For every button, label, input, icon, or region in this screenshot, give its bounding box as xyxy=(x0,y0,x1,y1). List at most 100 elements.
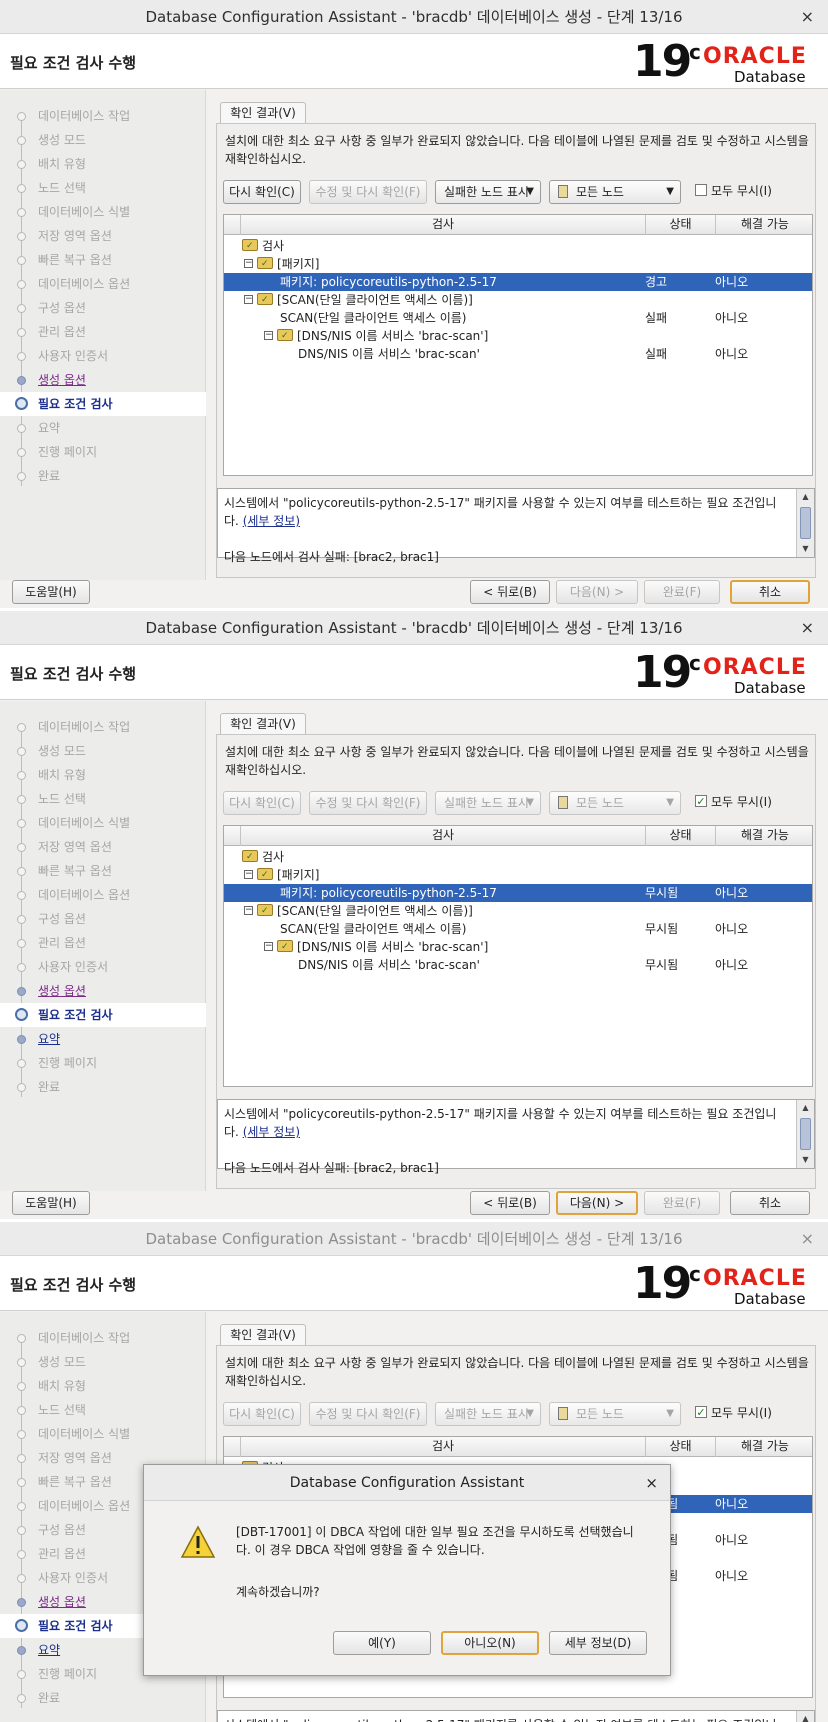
table-row[interactable]: 검사 xyxy=(224,237,812,255)
collapse-icon[interactable]: − xyxy=(244,870,253,879)
fix-recheck-button[interactable]: 수정 및 다시 확인(F) xyxy=(309,1402,427,1426)
scroll-thumb[interactable] xyxy=(800,1118,811,1150)
fix-recheck-button[interactable]: 수정 및 다시 확인(F) xyxy=(309,791,427,815)
show-failed-nodes-dropdown[interactable]: 실패한 노드 표시 ▼ xyxy=(435,180,541,204)
all-nodes-dropdown[interactable]: 모든 노드 ▼ xyxy=(549,791,681,815)
column-header-check[interactable]: 검사 xyxy=(240,215,645,235)
logo-version: 19 xyxy=(633,1258,692,1309)
dialog-close-icon[interactable]: × xyxy=(645,1465,658,1501)
collapse-icon[interactable]: − xyxy=(244,295,253,304)
column-header-fixable[interactable]: 해결 가능 xyxy=(715,1437,812,1457)
column-header-check[interactable]: 검사 xyxy=(240,826,645,846)
close-icon[interactable]: × xyxy=(801,611,814,645)
table-row[interactable]: SCAN(단일 클라이언트 액세스 이름) 실패 아니오 xyxy=(224,309,812,327)
dropdown-value: 실패한 노드 표시 xyxy=(444,185,529,199)
table-row[interactable]: − [DNS/NIS 이름 서비스 'brac-scan'] xyxy=(224,327,812,345)
tab-verification-results[interactable]: 확인 결과(V) xyxy=(220,713,306,735)
column-header-status[interactable]: 상태 xyxy=(645,826,715,846)
finish-button[interactable]: 완료(F) xyxy=(644,580,720,604)
back-button[interactable]: < 뒤로(B) xyxy=(470,580,550,604)
help-button[interactable]: 도움말(H) xyxy=(12,1191,90,1215)
step-dot-icon xyxy=(17,208,26,217)
ignore-all-checkbox[interactable]: ✓ 모두 무시(I) xyxy=(695,1402,772,1426)
ignore-all-checkbox[interactable]: 모두 무시(I) xyxy=(695,180,772,204)
step-dot-icon xyxy=(17,1083,26,1092)
column-header-fixable[interactable]: 해결 가능 xyxy=(715,215,812,235)
close-icon[interactable]: × xyxy=(801,1222,814,1256)
column-header-check[interactable]: 검사 xyxy=(240,1437,645,1457)
scroll-up-icon[interactable]: ▲ xyxy=(799,491,812,503)
scroll-thumb[interactable] xyxy=(800,507,811,539)
description-scrollbar[interactable]: ▲▼ xyxy=(796,1100,814,1168)
yes-button[interactable]: 예(Y) xyxy=(333,1631,431,1655)
next-button[interactable]: 다음(N) > xyxy=(556,580,638,604)
no-button[interactable]: 아니오(N) xyxy=(441,1631,539,1655)
step-creation-option[interactable]: 생성 옵션 xyxy=(0,979,206,1003)
scroll-up-icon[interactable]: ▲ xyxy=(799,1713,812,1722)
details-button[interactable]: 세부 정보(D) xyxy=(549,1631,647,1655)
finish-button[interactable]: 완료(F) xyxy=(644,1191,720,1215)
recheck-button[interactable]: 다시 확인(C) xyxy=(223,180,301,204)
table-row[interactable]: SCAN(단일 클라이언트 액세스 이름) 무시됨 아니오 xyxy=(224,920,812,938)
table-row[interactable]: − [패키지] xyxy=(224,866,812,884)
table-row[interactable]: − [SCAN(단일 클라이언트 액세스 이름)] xyxy=(224,291,812,309)
step-storage-option: 저장 영역 옵션 xyxy=(0,224,206,248)
details-link[interactable]: (세부 정보) xyxy=(243,514,300,528)
step-current-icon xyxy=(15,1619,28,1632)
all-nodes-dropdown[interactable]: 모든 노드 ▼ xyxy=(549,1402,681,1426)
show-failed-nodes-dropdown[interactable]: 실패한 노드 표시 ▼ xyxy=(435,791,541,815)
column-header-fixable[interactable]: 해결 가능 xyxy=(715,826,812,846)
scroll-down-icon[interactable]: ▼ xyxy=(799,1154,812,1166)
recheck-button[interactable]: 다시 확인(C) xyxy=(223,791,301,815)
page-title: 필요 조건 검사 수행 xyxy=(10,1276,137,1294)
show-failed-nodes-dropdown[interactable]: 실패한 노드 표시 ▼ xyxy=(435,1402,541,1426)
tab-verification-results[interactable]: 확인 결과(V) xyxy=(220,1324,306,1346)
description-scrollbar[interactable]: ▲▼ xyxy=(796,489,814,557)
step-prerequisite-checks[interactable]: 필요 조건 검사 xyxy=(0,392,206,416)
step-creation-option[interactable]: 생성 옵션 xyxy=(0,368,206,392)
step-dot-icon xyxy=(17,112,26,121)
window-titlebar: Database Configuration Assistant - 'brac… xyxy=(0,611,828,645)
step-label: 데이터베이스 옵션 xyxy=(38,1499,131,1513)
row-label: [패키지] xyxy=(277,257,320,271)
ignore-all-checkbox[interactable]: ✓ 모두 무시(I) xyxy=(695,791,772,815)
table-row[interactable]: − [DNS/NIS 이름 서비스 'brac-scan'] xyxy=(224,938,812,956)
scroll-down-icon[interactable]: ▼ xyxy=(799,543,812,555)
recheck-button[interactable]: 다시 확인(C) xyxy=(223,1402,301,1426)
cancel-button[interactable]: 취소 xyxy=(730,1191,810,1215)
dropdown-value: 실패한 노드 표시 xyxy=(444,1407,529,1421)
step-dot-icon xyxy=(17,1059,26,1068)
table-row-selected[interactable]: 패키지: policycoreutils-python-2.5-17 무시됨 아니오 xyxy=(224,884,812,902)
table-row[interactable]: DNS/NIS 이름 서비스 'brac-scan' 무시됨 아니오 xyxy=(224,956,812,974)
column-header-status[interactable]: 상태 xyxy=(645,1437,715,1457)
step-label: 완료 xyxy=(38,469,61,483)
description-scrollbar[interactable]: ▲▼ xyxy=(796,1711,814,1722)
table-row[interactable]: DNS/NIS 이름 서비스 'brac-scan' 실패 아니오 xyxy=(224,345,812,363)
folder-check-icon xyxy=(277,327,293,345)
back-button[interactable]: < 뒤로(B) xyxy=(470,1191,550,1215)
row-label: SCAN(단일 클라이언트 액세스 이름) xyxy=(280,922,467,936)
details-link[interactable]: (세부 정보) xyxy=(243,1125,300,1139)
collapse-icon[interactable]: − xyxy=(244,906,253,915)
collapse-icon[interactable]: − xyxy=(264,331,273,340)
step-label: 관리 옵션 xyxy=(38,325,86,339)
table-row-selected[interactable]: 패키지: policycoreutils-python-2.5-17 경고 아니오 xyxy=(224,273,812,291)
tab-verification-results[interactable]: 확인 결과(V) xyxy=(220,102,306,124)
column-header-status[interactable]: 상태 xyxy=(645,215,715,235)
fix-recheck-button[interactable]: 수정 및 다시 확인(F) xyxy=(309,180,427,204)
table-row[interactable]: − [패키지] xyxy=(224,255,812,273)
next-button[interactable]: 다음(N) > xyxy=(556,1191,638,1215)
logo-product: Database xyxy=(734,1290,806,1308)
help-button[interactable]: 도움말(H) xyxy=(12,580,90,604)
collapse-icon[interactable]: − xyxy=(244,259,253,268)
step-dot-icon xyxy=(17,747,26,756)
all-nodes-dropdown[interactable]: 모든 노드 ▼ xyxy=(549,180,681,204)
cancel-button[interactable]: 취소 xyxy=(730,580,810,604)
scroll-up-icon[interactable]: ▲ xyxy=(799,1102,812,1114)
table-row[interactable]: − [SCAN(단일 클라이언트 액세스 이름)] xyxy=(224,902,812,920)
step-prerequisite-checks[interactable]: 필요 조건 검사 xyxy=(0,1003,206,1027)
step-summary[interactable]: 요약 xyxy=(0,1027,206,1051)
collapse-icon[interactable]: − xyxy=(264,942,273,951)
close-icon[interactable]: × xyxy=(801,0,814,34)
table-row[interactable]: 검사 xyxy=(224,848,812,866)
